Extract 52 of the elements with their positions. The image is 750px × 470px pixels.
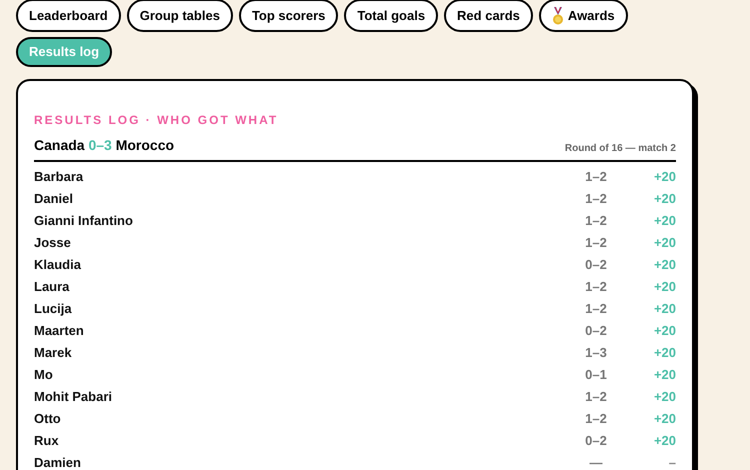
- prediction-score: 1–2: [584, 234, 608, 252]
- points-value: +20: [652, 432, 676, 450]
- points-value: +20: [652, 168, 676, 186]
- prediction-score: 1–2: [584, 190, 608, 208]
- points-value: +20: [652, 322, 676, 340]
- player-name: Otto: [34, 410, 61, 428]
- prediction-score: 1–3: [584, 344, 608, 362]
- points-value: +20: [652, 300, 676, 318]
- player-name: Gianni Infantino: [34, 212, 133, 230]
- player-name: Mohit Pabari: [34, 388, 112, 406]
- match-title: Canada 0–3 Morocco: [34, 136, 174, 155]
- player-name: Mo: [34, 366, 53, 384]
- points-value: +20: [652, 278, 676, 296]
- player-name: Marek: [34, 344, 72, 362]
- player-name: Maarten: [34, 322, 84, 340]
- points-value: +20: [652, 410, 676, 428]
- points-value: –: [668, 454, 676, 470]
- player-name: Lucija: [34, 300, 72, 318]
- player-name: Laura: [34, 278, 70, 296]
- points-value: +20: [652, 344, 676, 362]
- player-name: Josse: [34, 234, 71, 252]
- match-stage: Round of 16 — match 2: [564, 142, 676, 156]
- points-value: +20: [652, 256, 676, 274]
- prediction-score: 1–2: [584, 388, 608, 406]
- prediction-score: 1–2: [584, 212, 608, 230]
- nav-tab[interactable]: Leaderboard: [16, 0, 121, 32]
- player-name: Damien: [34, 454, 81, 470]
- points-value: +20: [652, 212, 676, 230]
- player-name: Klaudia: [34, 256, 81, 274]
- prediction-score: 1–2: [584, 168, 608, 186]
- nav-tab[interactable]: Top scorers: [238, 0, 338, 32]
- nav-tab[interactable]: Group tables: [126, 0, 233, 32]
- card-heading: RESULTS LOG · WHO GOT WHAT: [34, 112, 280, 129]
- points-value: +20: [652, 366, 676, 384]
- medal-icon: [552, 6, 564, 24]
- player-name: Barbara: [34, 168, 84, 186]
- prediction-score: 1–2: [584, 278, 608, 296]
- nav-tab[interactable]: Total goals: [344, 0, 438, 32]
- prediction-score: 1–2: [584, 410, 608, 428]
- nav-tab[interactable]: Awards: [538, 0, 628, 32]
- player-name: Rux: [34, 432, 59, 450]
- nav-tab[interactable]: Red cards: [444, 0, 533, 32]
- player-name: Daniel: [34, 190, 74, 208]
- points-value: +20: [652, 234, 676, 252]
- prediction-score: 0–2: [584, 256, 608, 274]
- points-value: +20: [652, 190, 676, 208]
- prediction-score: —: [588, 454, 604, 470]
- points-value: +20: [652, 388, 676, 406]
- prediction-score: 0–2: [584, 322, 608, 340]
- prediction-score: 0–2: [584, 432, 608, 450]
- prediction-score: 1–2: [584, 300, 608, 318]
- prediction-score: 0–1: [584, 366, 608, 384]
